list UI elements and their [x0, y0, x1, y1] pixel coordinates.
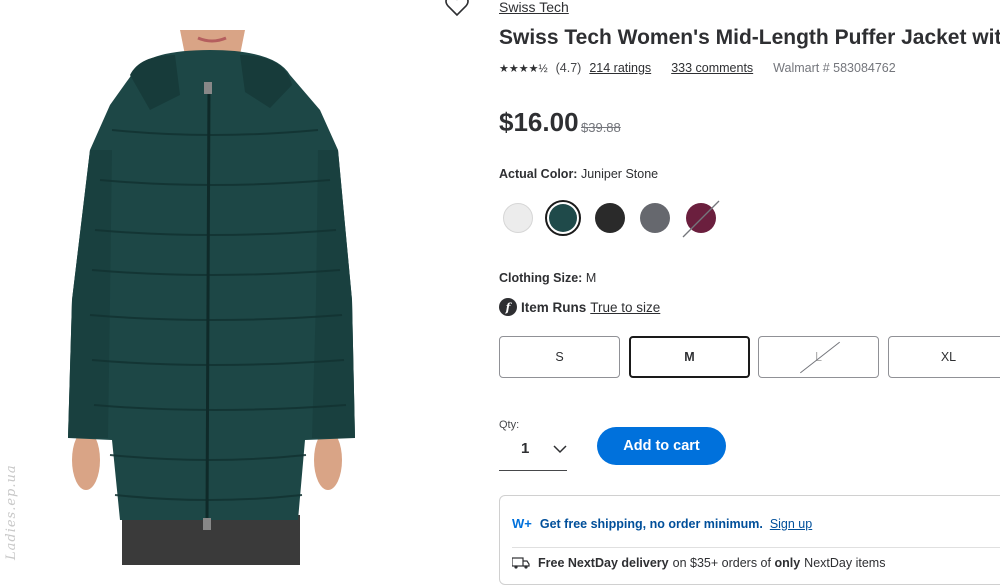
- nextday-rest: NextDay items: [804, 556, 886, 570]
- wishlist-heart-icon[interactable]: [444, 0, 470, 18]
- swatch-grey[interactable]: [640, 203, 670, 233]
- fit-link[interactable]: True to size: [590, 300, 660, 315]
- size-option-l[interactable]: L: [758, 336, 879, 378]
- fit-info-icon: f: [499, 298, 517, 316]
- size-option-s[interactable]: S: [499, 336, 620, 378]
- walmart-plus-label: W+: [512, 516, 532, 531]
- free-shipping-row: W+ Get free shipping, no order minimum. …: [512, 516, 812, 531]
- size-option-xl[interactable]: XL: [888, 336, 1000, 378]
- color-value: Juniper Stone: [580, 167, 659, 181]
- qty-label: Qty:: [499, 419, 520, 431]
- truck-icon: [512, 557, 530, 569]
- rating-value: (4.7): [555, 61, 582, 75]
- qty-value: 1: [521, 440, 530, 457]
- rating-stars: ★★★★½: [499, 62, 548, 75]
- add-to-cart-button[interactable]: Add to cart: [597, 427, 726, 465]
- size-option-m[interactable]: M: [629, 336, 750, 378]
- size-label-title: Clothing Size:: [499, 271, 583, 285]
- jacket-illustration: [68, 30, 355, 565]
- rating-row: ★★★★½ (4.7) 214 ratings 333 comments Wal…: [499, 61, 896, 75]
- color-label-title: Actual Color:: [499, 167, 578, 181]
- chevron-down-icon: [553, 445, 567, 454]
- watermark: Ladies.ep.ua: [4, 464, 19, 560]
- walmart-plus-icon: W+: [512, 516, 532, 531]
- swatch-black[interactable]: [595, 203, 625, 233]
- color-label: Actual Color: Juniper Stone: [499, 167, 658, 181]
- swatch-juniper-stone[interactable]: [549, 204, 577, 232]
- size-value: M: [585, 271, 597, 285]
- unavailable-slash-icon: [682, 200, 720, 238]
- fit-row: f Item Runs True to size: [499, 298, 660, 316]
- was-price: $39.88: [581, 120, 621, 135]
- size-label: Clothing Size: M: [499, 271, 596, 285]
- divider: [512, 547, 1000, 548]
- swatch-white[interactable]: [503, 203, 533, 233]
- nextday-mid: on $35+ orders of: [672, 556, 771, 570]
- product-title: Swiss Tech Women's Mid-Length Puffer Jac…: [499, 26, 1000, 49]
- comments-link[interactable]: 333 comments: [671, 61, 753, 75]
- nextday-bold: Free NextDay delivery: [538, 556, 669, 570]
- brand-link[interactable]: Swiss Tech: [499, 0, 569, 14]
- walmart-number: Walmart # 583084762: [773, 61, 896, 75]
- nextday-only: only: [774, 556, 801, 570]
- qty-select[interactable]: 1: [499, 432, 567, 471]
- nextday-row: Free NextDay delivery on $35+ orders of …: [512, 556, 885, 570]
- signup-link[interactable]: Sign up: [770, 517, 812, 531]
- fit-label: Item Runs: [521, 299, 587, 315]
- ratings-link[interactable]: 214 ratings: [589, 61, 651, 75]
- free-shipping-text: Get free shipping, no order minimum.: [539, 516, 763, 531]
- product-image[interactable]: Ladies.ep.ua: [0, 0, 440, 565]
- current-price: $16.00: [499, 107, 579, 137]
- shipping-box: W+ Get free shipping, no order minimum. …: [499, 495, 1000, 585]
